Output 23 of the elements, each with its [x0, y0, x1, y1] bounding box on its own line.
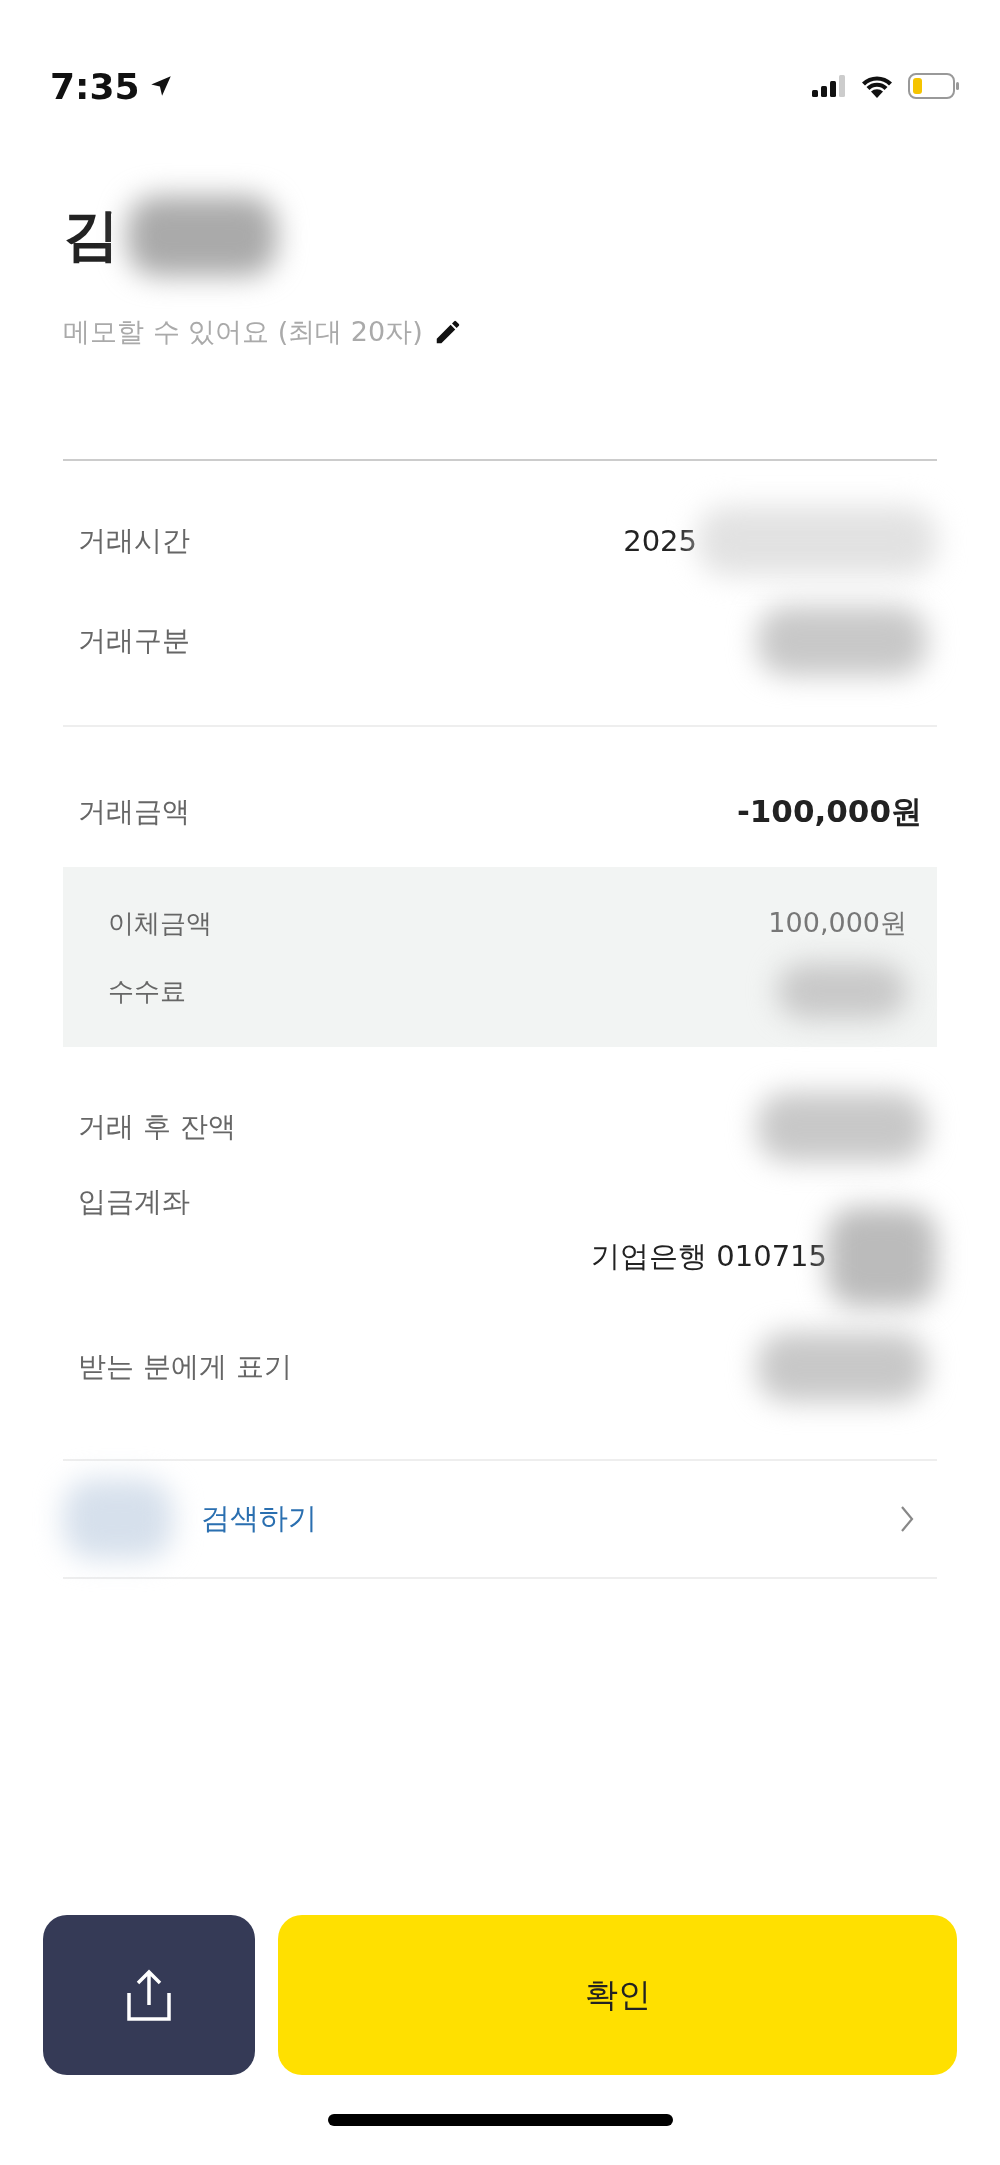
amount-label: 거래금액 — [78, 794, 190, 830]
battery-icon — [908, 73, 960, 99]
confirm-button[interactable]: 확인 — [278, 1915, 957, 2075]
breakdown-label: 수수료 — [108, 974, 186, 1008]
detail-label: 거래시간 — [78, 523, 190, 559]
detail-value: 2025 — [623, 524, 697, 558]
share-button[interactable] — [43, 1915, 255, 2075]
amount-value: -100,000원 — [736, 792, 923, 831]
chevron-right-icon — [899, 1504, 915, 1534]
account-number: 기업은행 010715 — [591, 1238, 827, 1275]
search-link-row[interactable]: 검색하기 — [63, 1461, 937, 1577]
search-link[interactable]: 검색하기 — [201, 1499, 317, 1539]
status-time: 7:35 — [50, 65, 140, 107]
breakdown-value: 100,000원 — [768, 906, 907, 940]
share-icon — [125, 1967, 173, 2023]
detail-label: 받는 분에게 표기 — [78, 1349, 292, 1385]
breakdown-label: 이체금액 — [108, 906, 212, 940]
account-holder-name: 김 — [63, 201, 119, 269]
signal-icon — [812, 75, 846, 97]
detail-label: 입금계좌 — [78, 1184, 190, 1220]
detail-label: 거래 후 잔액 — [78, 1109, 236, 1145]
wifi-icon — [860, 73, 894, 99]
detail-label: 거래구분 — [78, 623, 190, 659]
